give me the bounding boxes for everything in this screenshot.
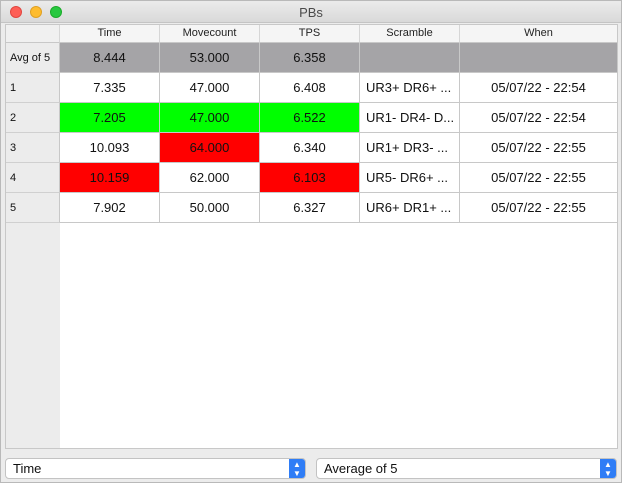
column-header-tps[interactable]: TPS [260,25,360,43]
pbs-window: PBs Time Movecount TPS Scramble When Avg… [0,0,622,483]
cell-2-movecount: 47.000 [160,103,260,133]
row-label-2: 2 [6,103,60,133]
cell-3-time: 10.093 [60,133,160,163]
cell-4-time: 10.159 [60,163,160,193]
sort-select-value: Time [13,461,42,476]
cell-1-movecount: 47.000 [160,73,260,103]
cell-4-when: 05/07/22 - 22:55 [460,163,617,193]
cell-4-scramble: UR5- DR6+ ... [360,163,460,193]
cell-5-scramble: UR6+ DR1+ ... [360,193,460,223]
cell-1-when: 05/07/22 - 22:54 [460,73,617,103]
cell-5-when: 05/07/22 - 22:55 [460,193,617,223]
title-bar: PBs [1,1,621,23]
cell-1-time: 7.335 [60,73,160,103]
cell-2-scramble: UR1- DR4- D... [360,103,460,133]
column-header-scramble[interactable]: Scramble [360,25,460,43]
cell-5-tps: 6.327 [260,193,360,223]
mode-select[interactable]: Average of 5 ▲ ▼ [316,458,617,479]
row-label-avg: Avg of 5 [6,43,60,73]
cell-3-when: 05/07/22 - 22:55 [460,133,617,163]
cell-4-movecount: 62.000 [160,163,260,193]
cell-3-movecount: 64.000 [160,133,260,163]
row-label-3: 3 [6,133,60,163]
mode-select-value: Average of 5 [324,461,398,476]
cell-5-time: 7.902 [60,193,160,223]
column-header-time[interactable]: Time [60,25,160,43]
column-header-movecount[interactable]: Movecount [160,25,260,43]
cell-5-movecount: 50.000 [160,193,260,223]
cell-2-time: 7.205 [60,103,160,133]
row-label-5: 5 [6,193,60,223]
cell-1-scramble: UR3+ DR6+ ... [360,73,460,103]
pbs-table[interactable]: Time Movecount TPS Scramble When Avg of … [5,24,618,449]
chevron-updown-icon: ▲ ▼ [289,459,305,478]
cell-avg-time: 8.444 [60,43,160,73]
cell-avg-movecount: 53.000 [160,43,260,73]
cell-2-when: 05/07/22 - 22:54 [460,103,617,133]
chevron-updown-icon: ▲ ▼ [600,459,616,478]
cell-4-tps: 6.103 [260,163,360,193]
window-title: PBs [299,5,323,20]
cell-avg-when [460,43,617,73]
cell-3-tps: 6.340 [260,133,360,163]
cell-3-scramble: UR1+ DR3- ... [360,133,460,163]
column-header-when[interactable]: When [460,25,617,43]
cell-2-tps: 6.522 [260,103,360,133]
cell-avg-tps: 6.358 [260,43,360,73]
cell-1-tps: 6.408 [260,73,360,103]
sort-select[interactable]: Time ▲ ▼ [5,458,306,479]
row-label-1: 1 [6,73,60,103]
table-corner [6,25,60,43]
cell-avg-scramble [360,43,460,73]
row-label-4: 4 [6,163,60,193]
